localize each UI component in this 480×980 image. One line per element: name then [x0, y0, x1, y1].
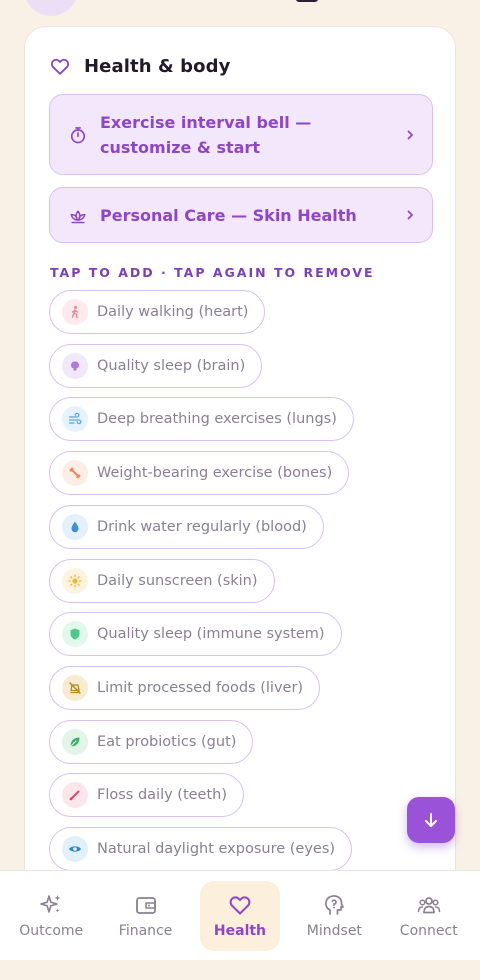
heart-icon: [229, 896, 251, 915]
feature-label: Exercise interval bell — customize & sta…: [100, 112, 312, 157]
habit-chip-quality-sleep-brain[interactable]: Quality sleep (brain): [49, 344, 263, 388]
nav-tab-finance[interactable]: Finance: [106, 881, 186, 951]
nav-label: Health: [213, 923, 267, 939]
section-title: Health & body: [84, 55, 231, 77]
heart-icon: [50, 58, 70, 75]
shield-icon: [62, 621, 88, 647]
page: Health & body Exercise interval bell — c…: [0, 0, 480, 980]
bottom-safe-area: [0, 960, 480, 980]
chip-label: Daily walking (heart): [97, 304, 249, 320]
scroll-down-button[interactable]: [407, 797, 455, 843]
chip-label: Limit processed foods (liver): [97, 680, 304, 696]
chevron-right-icon: [407, 130, 413, 139]
lotus-icon: [70, 210, 86, 224]
bone-icon: [62, 460, 88, 486]
nav-label: Finance: [118, 923, 173, 939]
habit-chip-natural-daylight[interactable]: Natural daylight exposure (eyes): [49, 827, 353, 871]
nav-tab-health[interactable]: Health: [199, 880, 280, 951]
exercise-interval-bell-button[interactable]: Exercise interval bell — customize & sta…: [49, 94, 433, 175]
nav-label: Mindset: [306, 923, 362, 939]
nav-tab-outcome[interactable]: Outcome: [11, 881, 91, 951]
health-card: Health & body Exercise interval bell — c…: [24, 26, 456, 906]
arrow-down-icon: [425, 813, 437, 827]
floss-icon: [62, 782, 88, 808]
habit-chip-quality-sleep-immune[interactable]: Quality sleep (immune system): [49, 612, 342, 656]
nav-tab-mindset[interactable]: Mindset: [294, 881, 374, 951]
nav-tab-connect[interactable]: Connect: [389, 881, 469, 951]
brain-icon: [62, 353, 88, 379]
chip-label: Quality sleep (brain): [97, 358, 246, 374]
habit-chip-daily-walking[interactable]: Daily walking (heart): [49, 290, 266, 334]
chip-label: Quality sleep (immune system): [97, 626, 325, 642]
wallet-icon: [135, 897, 156, 914]
no-food-icon: [62, 675, 88, 701]
sun-icon: [62, 568, 88, 594]
nav-label: Connect: [399, 923, 458, 939]
habit-chip-weight-bearing[interactable]: Weight-bearing exercise (bones): [49, 451, 350, 495]
chip-label: Drink water regularly (blood): [97, 519, 307, 535]
chip-label: Deep breathing exercises (lungs): [97, 411, 337, 427]
chip-label: Eat probiotics (gut): [97, 734, 237, 750]
stopwatch-icon: [70, 126, 86, 143]
habit-chip-daily-sunscreen[interactable]: Daily sunscreen (skin): [49, 559, 275, 603]
instruction-hint: TAP TO ADD · TAP AGAIN TO REMOVE: [50, 265, 375, 280]
walking-icon: [62, 299, 88, 325]
habit-chip-limit-processed-foods[interactable]: Limit processed foods (liver): [49, 666, 321, 710]
head-question-icon: [325, 895, 345, 915]
page-title-fragment: [296, 0, 318, 2]
leaf-icon: [62, 729, 88, 755]
section-header: Health & body: [49, 55, 230, 77]
bottom-nav: Outcome Finance Health Mindset Connect: [0, 870, 480, 960]
nav-label: Outcome: [19, 923, 84, 939]
chip-label: Natural daylight exposure (eyes): [97, 841, 336, 857]
habit-chip-eat-probiotics[interactable]: Eat probiotics (gut): [49, 720, 254, 764]
habit-chip-deep-breathing[interactable]: Deep breathing exercises (lungs): [49, 397, 354, 441]
chevron-right-icon: [407, 210, 413, 220]
sparkles-icon: [40, 895, 61, 913]
chevron-down-icon: [44, 0, 58, 4]
droplet-icon: [62, 514, 88, 540]
feature-label: Personal Care — Skin Health: [100, 205, 357, 225]
habit-chip-floss-daily[interactable]: Floss daily (teeth): [49, 773, 245, 817]
personal-care-skin-health-button[interactable]: Personal Care — Skin Health: [49, 187, 433, 243]
eye-icon: [62, 836, 88, 862]
people-icon: [417, 897, 440, 914]
habit-chip-drink-water[interactable]: Drink water regularly (blood): [49, 505, 324, 549]
top-avatar[interactable]: [24, 0, 78, 16]
chip-label: Weight-bearing exercise (bones): [97, 465, 333, 481]
chip-label: Daily sunscreen (skin): [97, 573, 258, 589]
chip-label: Floss daily (teeth): [97, 787, 228, 803]
wind-icon: [62, 406, 88, 432]
